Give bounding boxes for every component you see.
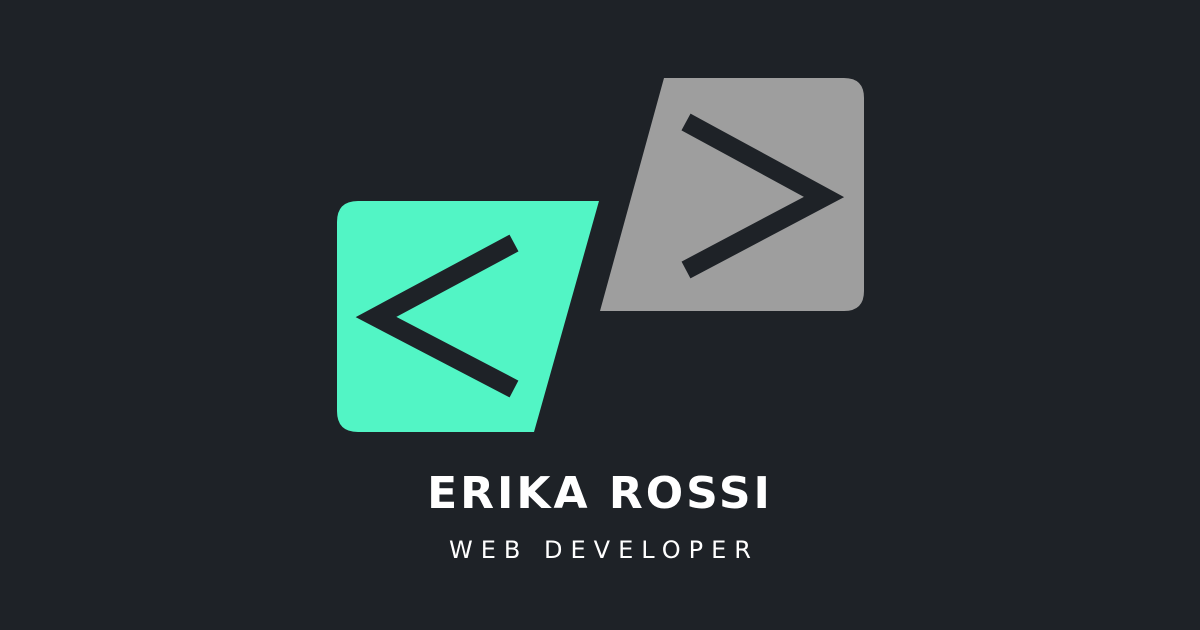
- social-card: ERIKA ROSSI WEB DEVELOPER: [0, 0, 1200, 630]
- person-name: ERIKA ROSSI: [427, 468, 773, 519]
- person-role: WEB DEVELOPER: [449, 536, 759, 564]
